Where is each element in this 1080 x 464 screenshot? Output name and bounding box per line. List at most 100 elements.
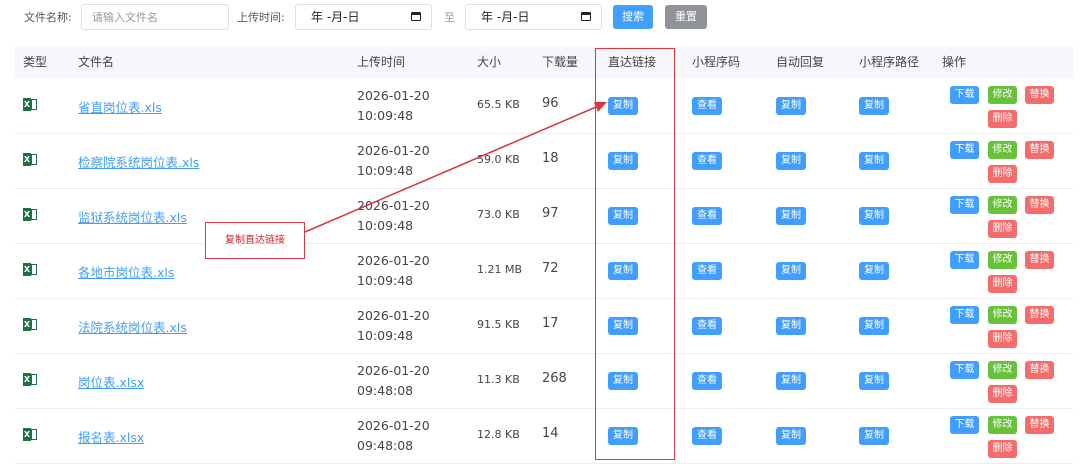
header-downloads: 下载量 [542, 55, 579, 69]
view-mini-program-code-button[interactable]: 查看 [692, 262, 722, 280]
copy-auto-reply-button[interactable]: 复制 [776, 262, 806, 280]
edit-button[interactable]: 修改 [988, 141, 1017, 159]
upload-time: 2026-01-20 10:09:48 [357, 143, 430, 178]
excel-file-icon: X [23, 153, 37, 166]
download-button[interactable]: 下载 [950, 306, 979, 324]
filter-bar: 文件名称: 上传时间: 年 -月-日 至 年 -月-日 搜索 重置 [0, 0, 1080, 34]
view-mini-program-code-button[interactable]: 查看 [692, 372, 722, 390]
view-mini-program-code-button[interactable]: 查看 [692, 427, 722, 445]
copy-mini-program-path-button[interactable]: 复制 [859, 427, 889, 445]
download-count: 14 [542, 426, 559, 441]
calendar-icon[interactable] [581, 12, 591, 21]
file-size: 11.3 KB [477, 373, 520, 386]
download-count: 96 [542, 96, 559, 111]
header-type: 类型 [23, 55, 48, 69]
download-button[interactable]: 下载 [950, 416, 979, 434]
delete-button[interactable]: 删除 [988, 220, 1017, 238]
excel-file-icon: X [23, 263, 37, 276]
upload-time: 2026-01-20 10:09:48 [357, 253, 430, 288]
excel-file-icon: X [23, 208, 37, 221]
replace-button[interactable]: 替换 [1025, 416, 1054, 434]
file-size: 91.5 KB [477, 318, 520, 331]
header-upload-time: 上传时间 [357, 55, 406, 69]
view-mini-program-code-button[interactable]: 查看 [692, 152, 722, 170]
upload-time: 2026-01-20 10:09:48 [357, 198, 430, 233]
replace-button[interactable]: 替换 [1025, 251, 1054, 269]
search-button[interactable]: 搜索 [613, 5, 653, 29]
reset-button[interactable]: 重置 [665, 5, 707, 29]
view-mini-program-code-button[interactable]: 查看 [692, 317, 722, 335]
delete-button[interactable]: 删除 [988, 330, 1017, 348]
download-count: 97 [542, 206, 559, 221]
start-date-text: 年 -月-日 [311, 10, 360, 24]
header-size: 大小 [477, 55, 502, 69]
file-name-input[interactable] [81, 4, 229, 30]
view-mini-program-code-button[interactable]: 查看 [692, 97, 722, 115]
table-row: X 检察院系统岗位表.xls 2026-01-20 10:09:48 59.0 K… [15, 133, 1073, 189]
copy-auto-reply-button[interactable]: 复制 [776, 152, 806, 170]
file-name-link[interactable]: 报名表.xlsx [78, 427, 144, 446]
excel-file-icon: X [23, 98, 37, 111]
file-name-link[interactable]: 检察院系统岗位表.xls [78, 152, 199, 171]
file-name-link[interactable]: 岗位表.xlsx [78, 372, 144, 391]
excel-file-icon: X [23, 373, 37, 386]
copy-auto-reply-button[interactable]: 复制 [776, 427, 806, 445]
copy-mini-program-path-button[interactable]: 复制 [859, 97, 889, 115]
date-range-separator: 至 [444, 11, 455, 24]
edit-button[interactable]: 修改 [988, 86, 1017, 104]
copy-auto-reply-button[interactable]: 复制 [776, 207, 806, 225]
delete-button[interactable]: 删除 [988, 165, 1017, 183]
download-button[interactable]: 下载 [950, 86, 979, 104]
replace-button[interactable]: 替换 [1025, 361, 1054, 379]
replace-button[interactable]: 替换 [1025, 86, 1054, 104]
copy-mini-program-path-button[interactable]: 复制 [859, 372, 889, 390]
copy-mini-program-path-button[interactable]: 复制 [859, 317, 889, 335]
header-auto-reply: 自动回复 [776, 55, 825, 69]
view-mini-program-code-button[interactable]: 查看 [692, 207, 722, 225]
end-date-text: 年 -月-日 [481, 10, 530, 24]
copy-mini-program-path-button[interactable]: 复制 [859, 262, 889, 280]
delete-button[interactable]: 删除 [988, 110, 1017, 128]
download-button[interactable]: 下载 [950, 361, 979, 379]
replace-button[interactable]: 替换 [1025, 196, 1054, 214]
download-count: 268 [542, 371, 567, 386]
delete-button[interactable]: 删除 [988, 385, 1017, 403]
file-size: 59.0 KB [477, 153, 520, 166]
file-name-link[interactable]: 法院系统岗位表.xls [78, 317, 187, 336]
edit-button[interactable]: 修改 [988, 416, 1017, 434]
calendar-icon[interactable] [411, 12, 421, 21]
start-date-input[interactable]: 年 -月-日 [295, 4, 432, 30]
upload-time: 2026-01-20 09:48:08 [357, 363, 430, 398]
download-button[interactable]: 下载 [950, 141, 979, 159]
copy-auto-reply-button[interactable]: 复制 [776, 97, 806, 115]
file-name-link[interactable]: 监狱系统岗位表.xls [78, 207, 187, 226]
file-name-link[interactable]: 各地市岗位表.xls [78, 262, 174, 281]
delete-button[interactable]: 删除 [988, 440, 1017, 458]
table-row: X 各地市岗位表.xls 2026-01-20 10:09:48 1.21 MB … [15, 243, 1073, 299]
copy-auto-reply-button[interactable]: 复制 [776, 317, 806, 335]
file-size: 1.21 MB [477, 263, 523, 276]
upload-time: 2026-01-20 09:48:08 [357, 418, 430, 453]
edit-button[interactable]: 修改 [988, 196, 1017, 214]
table-row: X 监狱系统岗位表.xls 2026-01-20 10:09:48 73.0 KB… [15, 188, 1073, 244]
annotation-callout: 复制直达链接 [205, 222, 305, 259]
edit-button[interactable]: 修改 [988, 361, 1017, 379]
file-size: 73.0 KB [477, 208, 520, 221]
annotation-text: 复制直达链接 [225, 235, 285, 246]
file-name-link[interactable]: 省直岗位表.xls [78, 97, 162, 116]
excel-file-icon: X [23, 318, 37, 331]
table-header: 类型 文件名 上传时间 大小 下载量 直达链接 小程序码 自动回复 小程序路径 … [15, 46, 1073, 78]
download-button[interactable]: 下载 [950, 196, 979, 214]
replace-button[interactable]: 替换 [1025, 141, 1054, 159]
replace-button[interactable]: 替换 [1025, 306, 1054, 324]
copy-auto-reply-button[interactable]: 复制 [776, 372, 806, 390]
copy-mini-program-path-button[interactable]: 复制 [859, 152, 889, 170]
edit-button[interactable]: 修改 [988, 251, 1017, 269]
end-date-input[interactable]: 年 -月-日 [465, 4, 602, 30]
download-button[interactable]: 下载 [950, 251, 979, 269]
upload-time: 2026-01-20 10:09:48 [357, 88, 430, 123]
upload-time: 2026-01-20 10:09:48 [357, 308, 430, 343]
copy-mini-program-path-button[interactable]: 复制 [859, 207, 889, 225]
edit-button[interactable]: 修改 [988, 306, 1017, 324]
delete-button[interactable]: 删除 [988, 275, 1017, 293]
